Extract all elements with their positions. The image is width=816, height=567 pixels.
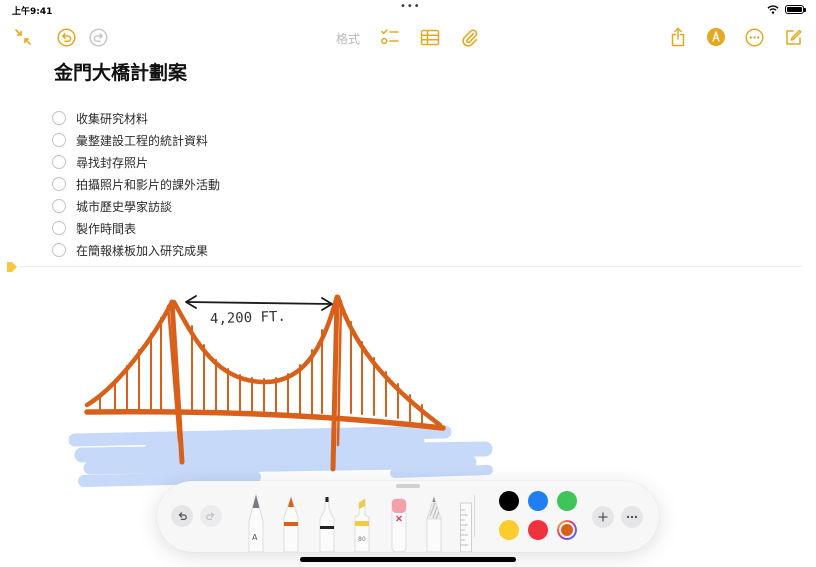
checkbox[interactable]: [52, 111, 66, 125]
compose-icon[interactable]: [780, 24, 806, 50]
color-swatch-red[interactable]: [528, 520, 548, 540]
palette-more-button[interactable]: [621, 506, 643, 528]
undo-icon[interactable]: [53, 24, 79, 50]
color-swatch-blue[interactable]: [528, 491, 548, 511]
checklist-item-label: 彙整建設工程的統計資料: [76, 133, 209, 148]
checklist-item[interactable]: 在簡報樣板加入研究成果: [52, 239, 220, 261]
share-icon[interactable]: [665, 24, 691, 50]
add-tool-button[interactable]: [592, 506, 614, 528]
checkbox[interactable]: [52, 199, 66, 213]
ruler-tool[interactable]: [459, 502, 473, 552]
checklist-item-label: 在簡報樣板加入研究成果: [76, 243, 209, 258]
notes-toolbar: 格式: [0, 22, 816, 52]
fineliner-tool[interactable]: [316, 491, 338, 552]
checklist-item[interactable]: 彙整建設工程的統計資料: [52, 129, 220, 151]
checklist-item[interactable]: 製作時間表: [52, 217, 220, 239]
color-swatch-yellow[interactable]: [499, 520, 519, 540]
checklist-item-label: 尋找封存照片: [76, 155, 149, 170]
markup-icon[interactable]: [703, 24, 729, 50]
tool-palette: A 80: [157, 481, 659, 552]
note-title[interactable]: 金門大橋計劃案: [54, 58, 187, 85]
checklist-item[interactable]: 拍攝照片和影片的課外活動: [52, 173, 220, 195]
status-bar: 上午9:41 •••: [0, 0, 816, 20]
battery-icon: [785, 5, 806, 14]
ellipsis-icon: [626, 515, 638, 519]
checkbox[interactable]: [52, 155, 66, 169]
attachment-icon[interactable]: [457, 24, 483, 50]
checklist-item-label: 製作時間表: [76, 221, 137, 236]
color-picker-selected[interactable]: [557, 520, 577, 540]
checklist-item[interactable]: 城市歷史學家訪談: [52, 195, 220, 217]
checklist-item[interactable]: 收集研究材料: [52, 107, 220, 129]
color-swatch-black[interactable]: [499, 491, 519, 511]
pen-tool[interactable]: [280, 491, 302, 552]
pencil-tool[interactable]: [423, 491, 445, 552]
wifi-icon: [767, 5, 779, 14]
monoline-pen-tool[interactable]: A: [245, 491, 267, 552]
redo-arrow-icon: [206, 512, 215, 521]
checklist-icon[interactable]: [377, 24, 403, 50]
marker-tool[interactable]: 80: [351, 491, 373, 552]
water-strokes: [68, 425, 493, 487]
more-icon[interactable]: [741, 24, 767, 50]
palette-grabber[interactable]: [396, 484, 420, 488]
collapse-icon[interactable]: [10, 24, 36, 50]
svg-text:A: A: [252, 533, 258, 542]
color-swatch-green[interactable]: [557, 491, 577, 511]
checklist: 收集研究材料 彙整建設工程的統計資料 尋找封存照片 拍攝照片和影片的課外活動 城…: [52, 107, 220, 261]
drawing-canvas[interactable]: 4,200 FT.: [0, 267, 520, 487]
plus-icon: [598, 512, 608, 522]
palette-redo-button[interactable]: [200, 505, 222, 527]
span-annotation: 4,200 FT.: [210, 309, 286, 328]
checkbox[interactable]: [52, 133, 66, 147]
eraser-tool[interactable]: [388, 491, 410, 552]
checklist-item-label: 城市歷史學家訪談: [76, 199, 173, 214]
palette-separator: [474, 495, 475, 537]
checkbox[interactable]: [52, 221, 66, 235]
marker-opacity-label: 80: [358, 536, 366, 543]
checklist-item[interactable]: 尋找封存照片: [52, 151, 220, 173]
checkbox[interactable]: [52, 243, 66, 257]
status-time: 上午9:41: [12, 7, 53, 17]
multitasking-dots[interactable]: •••: [400, 1, 421, 12]
table-icon[interactable]: [417, 24, 443, 50]
checklist-item-label: 收集研究材料: [76, 111, 149, 126]
checklist-item-label: 拍攝照片和影片的課外活動: [76, 177, 221, 192]
format-button[interactable]: 格式: [336, 30, 360, 47]
redo-icon[interactable]: [85, 24, 111, 50]
checkbox[interactable]: [52, 177, 66, 191]
span-measurement-arrow: [185, 295, 333, 311]
undo-arrow-icon: [178, 512, 187, 521]
palette-undo-button[interactable]: [171, 505, 193, 527]
status-indicators: [767, 5, 806, 14]
home-indicator[interactable]: [300, 557, 516, 562]
